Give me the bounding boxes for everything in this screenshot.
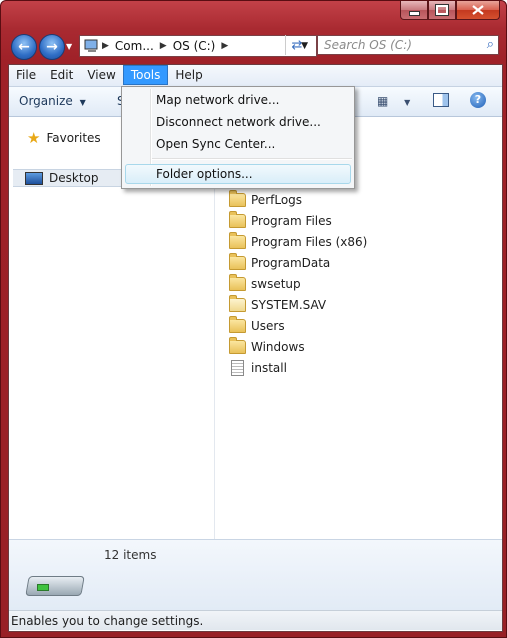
star-icon: ★ [27, 129, 41, 147]
folder-icon [229, 273, 246, 291]
forward-arrow-icon: → [46, 39, 58, 55]
breadcrumb-computer[interactable]: Com... [111, 39, 158, 53]
nav-favorites-label: Favorites [46, 131, 101, 145]
maximize-icon [435, 4, 449, 16]
preview-pane-icon[interactable] [433, 93, 449, 107]
folder-icon [229, 336, 246, 354]
list-item-label: Program Files [251, 213, 332, 228]
list-item-label: SYSTEM.SAV [251, 297, 327, 312]
forward-button[interactable]: → [39, 34, 65, 60]
chevron-down-icon: ▼ [404, 98, 411, 107]
list-item[interactable]: swsetup [229, 273, 367, 294]
desktop-icon [25, 171, 43, 185]
tools-menu: Map network drive... Disconnect network … [121, 86, 355, 189]
list-item[interactable]: SYSTEM.SAV [229, 294, 367, 315]
folder-icon [229, 252, 246, 270]
nav-favorites[interactable]: ★ Favorites [27, 129, 101, 147]
explorer-window: ← → ▼ ▶ Com... ▶ OS (C:) ▶ ▼ ⇄ Search OS… [0, 0, 507, 638]
menu-view[interactable]: View [80, 65, 122, 86]
minimize-button[interactable] [400, 1, 428, 20]
change-view-button[interactable]: ▦ ▼ [377, 94, 410, 108]
folder-icon [229, 294, 246, 312]
menu-tools[interactable]: Tools [122, 65, 169, 85]
organize-button[interactable]: Organize ▼ [19, 94, 86, 108]
close-icon [472, 5, 484, 15]
list-item[interactable]: Users [229, 315, 367, 336]
menu-item-folder-options[interactable]: Folder options... [156, 164, 253, 184]
list-item-label: PerfLogs [251, 192, 303, 207]
list-item-label: install [251, 360, 287, 375]
help-icon[interactable]: ? [470, 92, 486, 108]
search-input[interactable]: Search OS (C:) ⌕ [317, 35, 499, 55]
list-item-label: Program Files (x86) [251, 234, 368, 249]
document-icon [231, 359, 244, 376]
list-item[interactable]: Program Files (x86) [229, 231, 367, 252]
menu-item-open-sync-center[interactable]: Open Sync Center... [156, 134, 275, 154]
menu-item-disconnect-network-drive[interactable]: Disconnect network drive... [156, 112, 321, 132]
nav-desktop-label: Desktop [49, 171, 99, 185]
list-item-label: ProgramData [251, 255, 331, 270]
search-icon[interactable]: ⌕ [487, 37, 494, 52]
address-bar[interactable]: ▶ Com... ▶ OS (C:) ▶ ▼ [79, 35, 317, 57]
breadcrumb-drive[interactable]: OS (C:) [169, 39, 220, 53]
caption-buttons [400, 1, 500, 20]
breadcrumb-separator-icon[interactable]: ▶ [219, 41, 230, 51]
list-item[interactable]: Program Files [229, 210, 367, 231]
item-count: 12 items [104, 548, 157, 562]
hard-drive-icon [25, 570, 85, 600]
list-item-label: Windows [251, 339, 305, 354]
computer-icon [84, 39, 98, 52]
recent-pages-dropdown-icon[interactable]: ▼ [66, 42, 72, 51]
menu-item-map-network-drive[interactable]: Map network drive... [156, 90, 280, 110]
minimize-icon [408, 10, 420, 16]
menu-bar: File Edit View Tools Help [9, 65, 502, 87]
list-item[interactable]: PerfLogs [229, 189, 367, 210]
folder-icon [229, 189, 246, 207]
folder-icon [229, 231, 246, 249]
menu-edit[interactable]: Edit [43, 65, 80, 86]
list-item[interactable]: Windows [229, 336, 367, 357]
navigation-bar: ← → ▼ ▶ Com... ▶ OS (C:) ▶ ▼ ⇄ Search OS… [9, 32, 501, 60]
chevron-down-icon: ▼ [79, 98, 86, 107]
back-button[interactable]: ← [11, 34, 37, 60]
list-item[interactable]: install [229, 357, 367, 378]
file-list: PerfLogs Program Files Program Files (x86)… [229, 189, 367, 378]
search-placeholder: Search OS (C:) [324, 38, 412, 52]
breadcrumb-separator-icon: ▶ [102, 41, 109, 51]
back-arrow-icon: ← [18, 39, 30, 55]
menu-help[interactable]: Help [168, 65, 209, 86]
details-pane: 12 items [9, 539, 502, 610]
close-button[interactable] [456, 1, 500, 20]
refresh-button[interactable]: ⇄ [285, 35, 308, 55]
view-grid-icon: ▦ [377, 94, 389, 108]
folder-icon [229, 210, 246, 228]
maximize-button[interactable] [428, 1, 456, 20]
list-item[interactable]: ProgramData [229, 252, 367, 273]
list-item-label: Users [251, 318, 285, 333]
refresh-icon: ⇄ [291, 37, 303, 53]
menu-separator [152, 158, 352, 160]
folder-icon [229, 315, 246, 333]
organize-label: Organize [19, 94, 73, 108]
menu-file[interactable]: File [9, 65, 43, 86]
status-bar: Enables you to change settings. [9, 610, 502, 630]
breadcrumb-separator-icon[interactable]: ▶ [158, 41, 169, 51]
list-item-label: swsetup [251, 276, 301, 291]
